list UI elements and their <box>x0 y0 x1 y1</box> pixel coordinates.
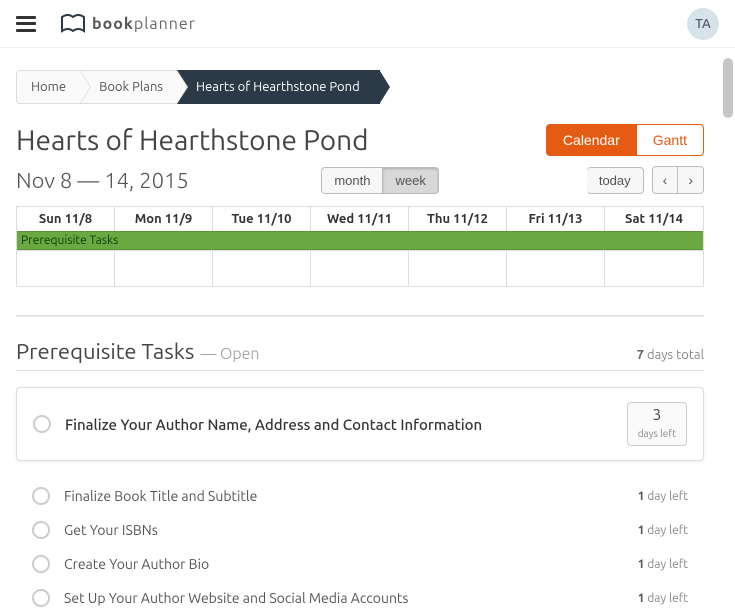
task-row[interactable]: Get Your ISBNs 1 day left <box>16 513 704 547</box>
week-band[interactable]: Prerequisite Tasks <box>17 231 703 250</box>
week-header: Sat 11/14 <box>605 207 703 231</box>
section-header: Prerequisite Tasks — Open 7 days total <box>16 339 704 371</box>
task-title: Set Up Your Author Website and Social Me… <box>64 590 409 606</box>
range-row: Nov 8 — 14, 2015 month week today ‹ › <box>16 166 704 194</box>
featured-task[interactable]: Finalize Your Author Name, Address and C… <box>16 387 704 461</box>
breadcrumb: Home Book Plans Hearts of Hearthstone Po… <box>16 70 704 104</box>
days-left-pill: 3 days left <box>627 402 687 446</box>
prev-button[interactable]: ‹ <box>652 166 679 194</box>
task-row[interactable]: Create Your Author Bio 1 day left <box>16 547 704 581</box>
page-title: Hearts of Hearthstone Pond <box>16 125 369 156</box>
menu-icon[interactable] <box>16 16 36 32</box>
day-cell[interactable] <box>213 250 311 286</box>
task-days-left: 1 day left <box>638 592 688 605</box>
divider <box>16 315 704 317</box>
content: Home Book Plans Hearts of Hearthstone Po… <box>0 70 720 615</box>
date-range: Nov 8 — 14, 2015 <box>16 168 189 193</box>
day-cell[interactable] <box>507 250 605 286</box>
day-cell[interactable] <box>605 250 703 286</box>
next-button[interactable]: › <box>678 166 704 194</box>
day-cell[interactable] <box>409 250 507 286</box>
week-grid: Sun 11/8 Mon 11/9 Tue 11/10 Wed 11/11 Th… <box>16 206 704 287</box>
nav-seg: ‹ › <box>652 166 704 194</box>
week-cells <box>17 250 703 286</box>
gantt-button[interactable]: Gantt <box>637 124 704 156</box>
week-button[interactable]: week <box>383 167 438 194</box>
day-cell[interactable] <box>115 250 213 286</box>
topbar: bookplanner TA <box>0 0 735 48</box>
section-status: — Open <box>200 345 259 363</box>
day-cell[interactable] <box>17 250 115 286</box>
task-days-left: 1 day left <box>638 490 688 503</box>
scale-toggle: month week <box>321 167 439 194</box>
week-header-row: Sun 11/8 Mon 11/9 Tue 11/10 Wed 11/11 Th… <box>17 207 703 231</box>
week-header: Wed 11/11 <box>311 207 409 231</box>
week-header: Thu 11/12 <box>409 207 507 231</box>
task-row[interactable]: Set Up Your Author Website and Social Me… <box>16 581 704 615</box>
task-radio[interactable] <box>32 521 50 539</box>
task-days-left: 1 day left <box>638 524 688 537</box>
task-radio[interactable] <box>33 415 51 433</box>
task-title: Finalize Your Author Name, Address and C… <box>65 416 482 433</box>
day-cell[interactable] <box>311 250 409 286</box>
week-header: Mon 11/9 <box>115 207 213 231</box>
avatar[interactable]: TA <box>687 8 719 40</box>
logo-text: bookplanner <box>92 15 196 33</box>
task-radio[interactable] <box>32 589 50 607</box>
calendar-button[interactable]: Calendar <box>546 124 637 156</box>
week-header: Fri 11/13 <box>507 207 605 231</box>
today-button[interactable]: today <box>587 167 644 194</box>
task-radio[interactable] <box>32 487 50 505</box>
title-row: Hearts of Hearthstone Pond Calendar Gant… <box>16 124 704 156</box>
breadcrumb-book-plans[interactable]: Book Plans <box>80 70 177 104</box>
task-radio[interactable] <box>32 555 50 573</box>
scrollbar-thumb[interactable] <box>723 58 733 118</box>
month-button[interactable]: month <box>321 167 383 194</box>
breadcrumb-home[interactable]: Home <box>16 70 80 104</box>
week-header: Tue 11/10 <box>213 207 311 231</box>
view-toggle: Calendar Gantt <box>546 124 704 156</box>
task-title: Finalize Book Title and Subtitle <box>64 488 257 504</box>
week-header: Sun 11/8 <box>17 207 115 231</box>
today-seg: today <box>587 167 644 194</box>
days-total: 7 days total <box>637 348 704 362</box>
section-title: Prerequisite Tasks <box>16 339 194 364</box>
logo[interactable]: bookplanner <box>60 13 196 35</box>
task-title: Get Your ISBNs <box>64 522 158 538</box>
task-row[interactable]: Finalize Book Title and Subtitle 1 day l… <box>16 479 704 513</box>
scrollbar[interactable] <box>723 48 733 551</box>
breadcrumb-current: Hearts of Hearthstone Pond <box>177 70 380 104</box>
task-days-left: 1 day left <box>638 558 688 571</box>
task-title: Create Your Author Bio <box>64 556 209 572</box>
book-icon <box>60 13 86 35</box>
